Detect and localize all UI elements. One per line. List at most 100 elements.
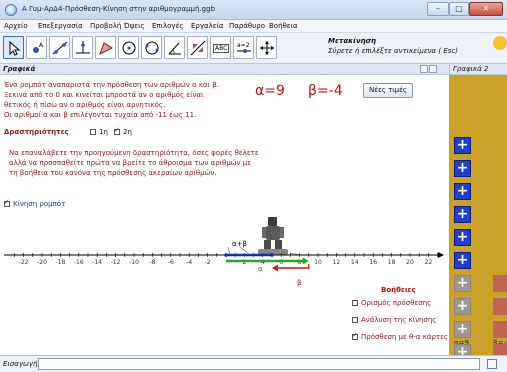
line-tool-button[interactable] xyxy=(49,36,70,59)
alpha-arrow-label: α xyxy=(258,265,263,273)
sum-point xyxy=(270,253,274,257)
axis-tick-label: -12 xyxy=(111,259,121,266)
axis-tick-label: 14 xyxy=(351,259,359,266)
input-help-icon[interactable] xyxy=(487,359,497,369)
circle-icon xyxy=(122,41,136,55)
circle-tool-button[interactable] xyxy=(118,36,139,59)
menu-view[interactable]: Προβολή xyxy=(90,22,121,30)
axis-tick-label: -4 xyxy=(186,259,192,266)
graphics-header: Γραφικά xyxy=(0,64,449,75)
polygon-tool-button[interactable] xyxy=(95,36,116,59)
ellipse-tool-button[interactable] xyxy=(141,36,162,59)
slider-icon xyxy=(237,49,251,53)
menu-tools[interactable]: Εργαλεία xyxy=(191,22,224,30)
point-icon: A xyxy=(33,42,44,53)
help-definition-label: Ορισμός πρόσθεσης xyxy=(361,299,432,307)
plus-card-button[interactable]: + xyxy=(454,183,471,200)
axis-tick-label: 18 xyxy=(388,259,396,266)
robot-figure[interactable] xyxy=(258,217,288,255)
point-tool-button[interactable]: A xyxy=(26,36,47,59)
axis-tick-label: -14 xyxy=(92,259,102,266)
menu-perspectives[interactable]: Όψεις xyxy=(124,22,145,30)
plus-card-button[interactable]: + xyxy=(454,275,471,292)
geogebra-icon xyxy=(5,4,17,16)
mode-hint: Σύρετε ή επιλέξτε αντικείμενα ( Esc) xyxy=(328,47,458,55)
help-motion-analysis-checkbox[interactable] xyxy=(352,317,358,323)
menu-help[interactable]: Βοήθεια xyxy=(269,22,298,30)
minus-card-button[interactable] xyxy=(493,298,507,315)
menu-edit[interactable]: Επεξεργασία xyxy=(38,22,83,30)
ellipse-icon xyxy=(145,41,159,55)
angle-icon xyxy=(168,42,181,55)
axis-arrowhead xyxy=(438,252,444,258)
axis-tick-label: -2 xyxy=(205,259,211,266)
plus-card-button[interactable]: + xyxy=(454,137,471,154)
perpendicular-tool-button[interactable] xyxy=(72,36,93,59)
slider-tool-button[interactable]: a=2 xyxy=(233,36,254,59)
axis-tick-label: -16 xyxy=(74,259,84,266)
minus-card-button[interactable] xyxy=(493,275,507,292)
axis-tick-label: 10 xyxy=(314,259,322,266)
help-cards-label: Πρόσθεση με θ-α κάρτες xyxy=(361,333,448,341)
alpha-arrowhead xyxy=(302,257,309,265)
plus-card-button[interactable]: + xyxy=(454,229,471,246)
axis-tick-label: 20 xyxy=(406,259,414,266)
help-definition-checkbox[interactable] xyxy=(352,300,358,306)
angle-tool-button[interactable] xyxy=(164,36,185,59)
axis-tick-label: 16 xyxy=(369,259,377,266)
line-icon xyxy=(52,41,68,55)
sum-label: α+β xyxy=(232,240,247,248)
helps-title: Βοήθειες xyxy=(381,286,416,294)
menu-file[interactable]: Αρχείο xyxy=(4,22,28,30)
move-graphics-tool-button[interactable] xyxy=(256,36,277,59)
graphics-style-icon[interactable] xyxy=(420,65,428,73)
menu-options[interactable]: Επιλογές xyxy=(152,22,183,30)
reflect-icon xyxy=(190,40,206,56)
title-bar: A Γυμ-ΑρΔ4-Πρόσθεση-Κίνηση στην αριθμογρ… xyxy=(0,0,507,20)
text-tool-label: ABC xyxy=(213,44,230,53)
plus-card-button[interactable]: + xyxy=(454,298,471,315)
graphics-view[interactable]: Ένα ρομπότ αναπαριστά την πρόσθεση των α… xyxy=(0,75,449,355)
input-field[interactable] xyxy=(38,358,480,370)
plus-card-button[interactable]: + xyxy=(454,160,471,177)
graphics2-title: Γραφικά 2 xyxy=(453,65,489,73)
reflect-tool-button[interactable] xyxy=(187,36,208,59)
cursor-icon xyxy=(9,40,21,56)
svg-text:A: A xyxy=(39,42,44,49)
undo-icon[interactable] xyxy=(493,36,507,50)
graphics2-panel[interactable]: Γραφικά 2 α=9 β=-4 ++++++++++ xyxy=(449,64,507,361)
graphics-close-icon[interactable] xyxy=(429,65,437,73)
menu-window[interactable]: Παράθυρο xyxy=(229,22,265,30)
window-title: A Γυμ-ΑρΔ4-Πρόσθεση-Κίνηση στην αριθμογρ… xyxy=(22,5,216,13)
axis-tick-label: -8 xyxy=(149,259,155,266)
graphics-title: Γραφικά xyxy=(3,65,36,73)
beta-arrowhead xyxy=(272,264,278,272)
number-line: -22 -20 -18 -16 -14 -12 -10 -8 -6 -4 -2 2 4 6 8 10 12 14 1… xyxy=(4,217,444,272)
graphics2-header: Γραφικά 2 xyxy=(449,64,507,75)
move-graphics-icon xyxy=(260,41,274,55)
input-bar: Εισαγωγή: xyxy=(0,355,507,372)
plus-card-button[interactable]: + xyxy=(454,206,471,223)
maximize-button[interactable]: □ xyxy=(449,2,469,16)
axis-tick-label: -22 xyxy=(19,259,29,266)
origin-point xyxy=(224,253,228,257)
axis-tick-label: -10 xyxy=(129,259,139,266)
plus-card-button[interactable]: + xyxy=(454,321,471,338)
text-tool-button[interactable]: ABC xyxy=(210,36,231,59)
close-button[interactable]: ✕ xyxy=(469,2,503,16)
plus-card-button[interactable]: + xyxy=(454,252,471,269)
move-tool-button[interactable] xyxy=(3,36,24,59)
minimize-button[interactable]: – xyxy=(427,2,449,16)
minus-card-button[interactable] xyxy=(493,321,507,338)
polygon-icon xyxy=(99,42,114,56)
axis-tick-label: 22 xyxy=(425,259,433,266)
beta-arrow-label: β xyxy=(297,279,302,287)
help-cards-checkbox[interactable] xyxy=(352,331,358,340)
menu-bar: Αρχείο Επεξεργασία Προβολή Όψεις Επιλογέ… xyxy=(0,20,507,33)
axis-tick-label: 12 xyxy=(333,259,341,266)
axis-tick-label: -6 xyxy=(168,259,174,266)
axis-tick-label: -18 xyxy=(55,259,65,266)
graphics-header-buttons xyxy=(420,65,437,73)
perpendicular-icon xyxy=(76,41,90,54)
mode-title: Μετακίνηση xyxy=(328,37,377,45)
